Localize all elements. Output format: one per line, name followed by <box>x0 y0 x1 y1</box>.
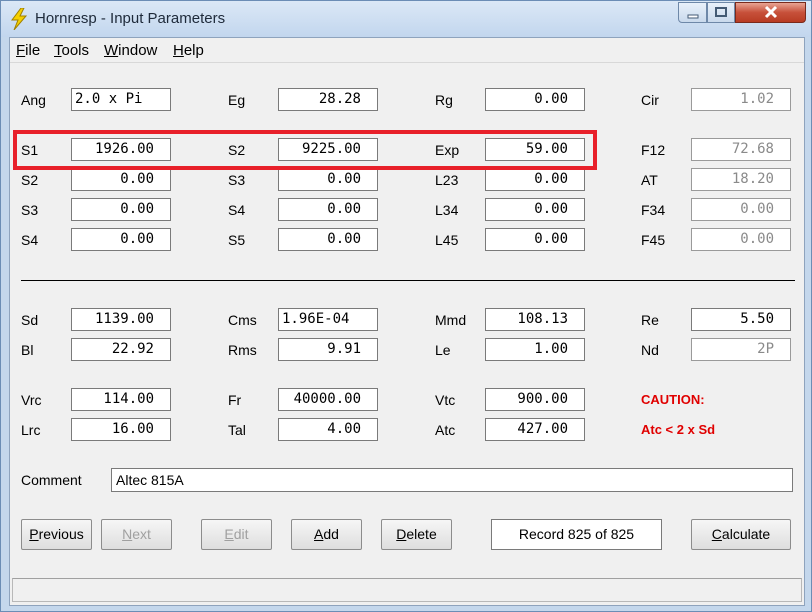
maximize-button[interactable] <box>707 2 735 23</box>
window-title: Hornresp - Input Parameters <box>35 10 226 27</box>
label-cir: Cir <box>641 92 659 108</box>
field-ang[interactable]: 2.0 x Pi <box>71 88 171 111</box>
label-s2-lower: S2 <box>21 172 39 188</box>
label-fr: Fr <box>228 392 242 408</box>
add-button[interactable]: Add <box>291 519 362 550</box>
field-rg[interactable]: 0.00 <box>485 88 585 111</box>
app-window: Hornresp - Input Parameters File Tools W… <box>0 0 812 612</box>
field-mmd[interactable]: 108.13 <box>485 308 585 331</box>
field-l45[interactable]: 0.00 <box>485 228 585 251</box>
field-le[interactable]: 1.00 <box>485 338 585 361</box>
calculate-button[interactable]: Calculate <box>691 519 791 550</box>
field-l34[interactable]: 0.00 <box>485 198 585 221</box>
label-vrc: Vrc <box>21 392 42 408</box>
label-sd: Sd <box>21 312 39 328</box>
field-nd: 2P <box>691 338 791 361</box>
label-l23: L23 <box>435 172 459 188</box>
field-fr[interactable]: 40000.00 <box>278 388 378 411</box>
label-nd: Nd <box>641 342 659 358</box>
minimize-icon <box>687 14 698 19</box>
title-bar[interactable]: Hornresp - Input Parameters <box>1 1 811 37</box>
field-cms[interactable]: 1.96E-04 <box>278 308 378 331</box>
label-tal: Tal <box>228 422 246 438</box>
field-s2-lower[interactable]: 0.00 <box>71 168 171 191</box>
label-lrc: Lrc <box>21 422 41 438</box>
lightning-bolt-icon <box>11 8 28 30</box>
field-s4-lower[interactable]: 0.00 <box>71 228 171 251</box>
field-re[interactable]: 5.50 <box>691 308 791 331</box>
label-bl: Bl <box>21 342 34 358</box>
field-eg[interactable]: 28.28 <box>278 88 378 111</box>
field-tal[interactable]: 4.00 <box>278 418 378 441</box>
field-f45: 0.00 <box>691 228 791 251</box>
label-l45: L45 <box>435 232 459 248</box>
maximize-icon <box>715 7 727 17</box>
field-s3-lower[interactable]: 0.00 <box>71 198 171 221</box>
status-bar <box>12 578 802 602</box>
label-atc: Atc <box>435 422 456 438</box>
field-lrc[interactable]: 16.00 <box>71 418 171 441</box>
highlight-box <box>13 130 597 170</box>
label-eg: Eg <box>228 92 246 108</box>
menu-window[interactable]: Window <box>104 42 157 59</box>
next-button[interactable]: Next <box>101 519 172 550</box>
label-re: Re <box>641 312 659 328</box>
label-mmd: Mmd <box>435 312 467 328</box>
label-s3-upper: S3 <box>228 172 246 188</box>
label-f12: F12 <box>641 142 666 158</box>
close-icon <box>764 5 777 19</box>
label-f45: F45 <box>641 232 666 248</box>
label-le: Le <box>435 342 451 358</box>
field-f12: 72.68 <box>691 138 791 161</box>
label-rms: Rms <box>228 342 257 358</box>
label-s5: S5 <box>228 232 246 248</box>
menu-tools[interactable]: Tools <box>54 42 89 59</box>
section-divider <box>21 280 795 281</box>
label-comment: Comment <box>21 472 82 488</box>
label-at: AT <box>641 172 658 188</box>
field-at: 18.20 <box>691 168 791 191</box>
comment-field[interactable]: Altec 815A <box>111 468 793 492</box>
field-vrc[interactable]: 114.00 <box>71 388 171 411</box>
field-vtc[interactable]: 900.00 <box>485 388 585 411</box>
label-ang: Ang <box>21 92 46 108</box>
field-f34: 0.00 <box>691 198 791 221</box>
edit-button[interactable]: Edit <box>201 519 272 550</box>
record-indicator: Record 825 of 825 <box>491 519 662 550</box>
menu-file[interactable]: File <box>16 42 40 59</box>
label-rg: Rg <box>435 92 453 108</box>
previous-button[interactable]: Previous <box>21 519 92 550</box>
label-s3-lower: S3 <box>21 202 39 218</box>
menu-bar: File Tools Window Help <box>10 38 804 63</box>
field-bl[interactable]: 22.92 <box>71 338 171 361</box>
field-s3-upper[interactable]: 0.00 <box>278 168 378 191</box>
delete-button[interactable]: Delete <box>381 519 452 550</box>
label-vtc: Vtc <box>435 392 456 408</box>
field-rms[interactable]: 9.91 <box>278 338 378 361</box>
field-cir: 1.02 <box>691 88 791 111</box>
close-button[interactable] <box>735 2 806 23</box>
field-atc[interactable]: 427.00 <box>485 418 585 441</box>
field-s4-upper[interactable]: 0.00 <box>278 198 378 221</box>
client-area: File Tools Window Help Ang 2.0 x Pi Eg 2… <box>9 37 805 606</box>
label-s4-lower: S4 <box>21 232 39 248</box>
caution-message: Atc < 2 x Sd <box>641 422 716 437</box>
caution-title: CAUTION: <box>641 392 705 407</box>
field-sd[interactable]: 1139.00 <box>71 308 171 331</box>
minimize-button[interactable] <box>678 2 707 23</box>
label-l34: L34 <box>435 202 459 218</box>
menu-help[interactable]: Help <box>173 42 204 59</box>
label-cms: Cms <box>228 312 257 328</box>
label-f34: F34 <box>641 202 666 218</box>
label-s4-upper: S4 <box>228 202 246 218</box>
field-s5[interactable]: 0.00 <box>278 228 378 251</box>
field-l23[interactable]: 0.00 <box>485 168 585 191</box>
